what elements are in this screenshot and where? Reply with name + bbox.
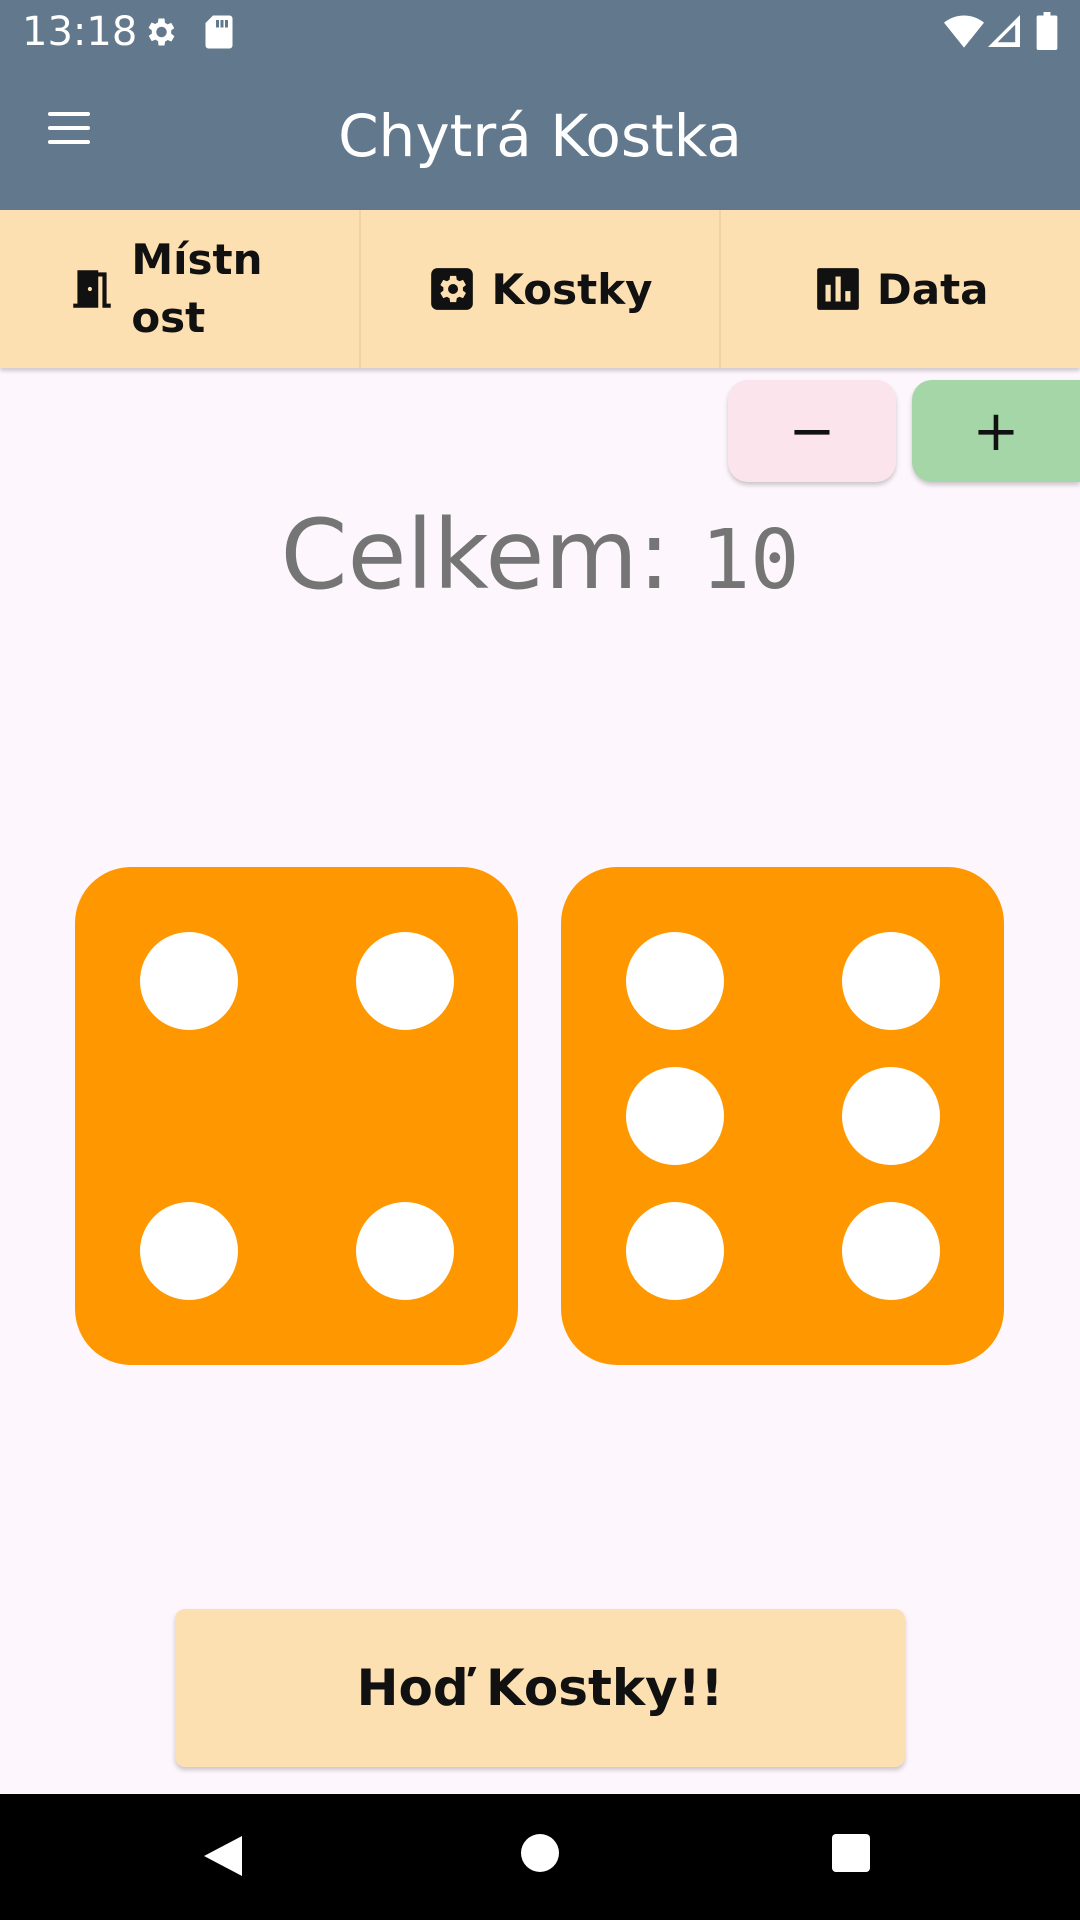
back-icon[interactable] xyxy=(202,1834,244,1878)
die-pip xyxy=(356,1202,454,1300)
die-pip xyxy=(140,1202,238,1300)
die-pip xyxy=(626,1202,724,1300)
battery-icon xyxy=(1036,12,1058,55)
add-die-button[interactable]: + xyxy=(912,380,1080,482)
settings-icon xyxy=(142,14,178,55)
total-value: 10 xyxy=(700,513,800,608)
tab-room[interactable]: Místnost xyxy=(0,210,361,368)
die-pip xyxy=(626,932,724,1030)
wifi-icon xyxy=(944,14,984,53)
gear-icon xyxy=(431,268,474,310)
remove-die-button[interactable]: − xyxy=(728,380,896,482)
app-bar: Chytrá Kostka xyxy=(0,64,1080,210)
status-time: 13:18 xyxy=(22,9,138,55)
tab-room-label: Místnost xyxy=(131,235,263,342)
tab-data[interactable]: Data xyxy=(721,210,1080,368)
tab-dice-label: Kostky xyxy=(491,264,653,314)
die-pip xyxy=(842,1067,940,1165)
system-nav-bar xyxy=(0,1794,1080,1920)
status-bar: 13:18 xyxy=(0,0,1080,64)
home-icon[interactable] xyxy=(521,1834,559,1872)
bar-chart-icon xyxy=(817,268,859,310)
sd-card-icon xyxy=(204,14,234,55)
roll-dice-button[interactable]: Hoď Kostky!! xyxy=(175,1609,905,1767)
recents-icon[interactable] xyxy=(832,1834,870,1872)
app-title: Chytrá Kostka xyxy=(338,102,742,170)
tab-bar: Místnost Kostky Data xyxy=(0,210,1080,368)
total-display: Celkem: 10 xyxy=(0,500,1080,616)
die[interactable] xyxy=(561,867,1004,1365)
die[interactable] xyxy=(75,867,518,1365)
die-pip xyxy=(356,932,454,1030)
signal-icon xyxy=(988,14,1020,53)
die-pip xyxy=(140,932,238,1030)
tab-data-label: Data xyxy=(876,264,989,314)
die-pip xyxy=(626,1067,724,1165)
total-label: Celkem: xyxy=(280,499,671,611)
die-pip xyxy=(842,932,940,1030)
die-pip xyxy=(842,1202,940,1300)
door-icon xyxy=(73,270,112,308)
tab-dice[interactable]: Kostky xyxy=(361,210,722,368)
